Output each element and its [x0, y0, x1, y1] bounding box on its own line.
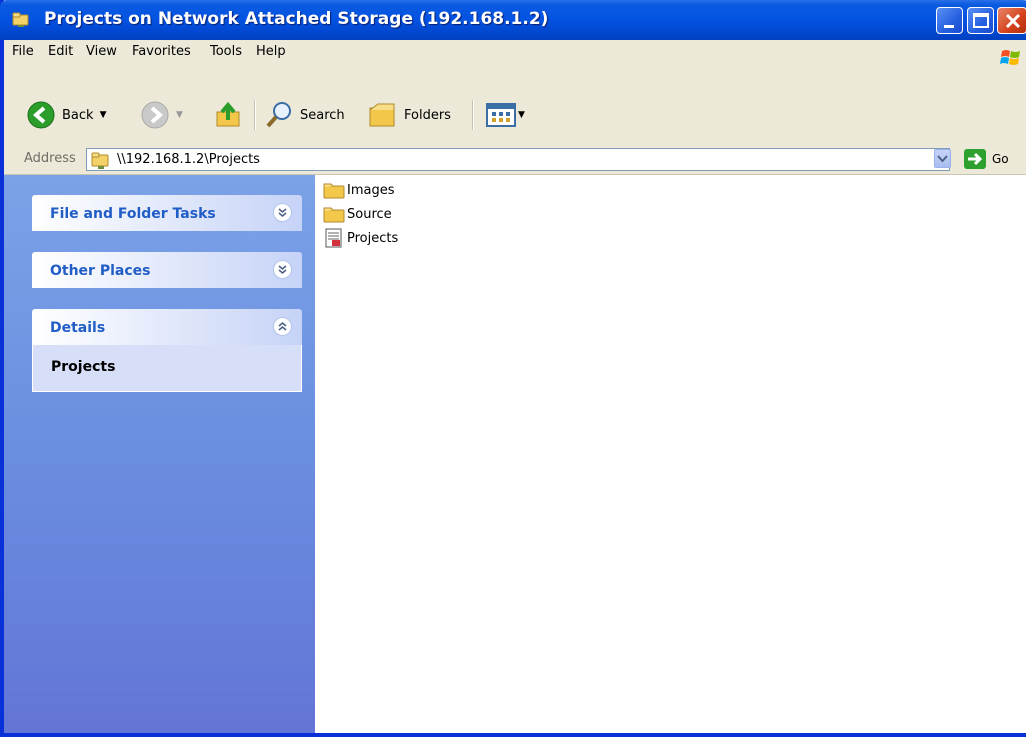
folders-button[interactable]: Folders — [368, 98, 451, 132]
close-icon — [1005, 13, 1021, 29]
minimize-button[interactable] — [936, 7, 963, 34]
list-item[interactable]: Source — [323, 202, 392, 226]
address-value: \\192.168.1.2\Projects — [117, 152, 260, 167]
file-name: Images — [347, 182, 395, 198]
up-folder-button[interactable] — [214, 98, 244, 132]
menu-file[interactable]: File — [12, 40, 34, 64]
network-folder-icon — [91, 152, 109, 169]
list-item[interactable]: Images — [323, 178, 395, 202]
folder-icon — [323, 207, 345, 223]
search-button[interactable]: Search — [264, 98, 345, 132]
task-pane: File and Folder Tasks Other Places Detai… — [4, 175, 315, 733]
back-dropdown-icon[interactable]: ▼ — [100, 110, 107, 120]
back-button[interactable]: Back ▼ — [26, 98, 106, 132]
explorer-window: Projects on Network Attached Storage (19… — [0, 0, 1026, 737]
file-list: Images Source Projects — [315, 175, 1026, 733]
details-body: Projects — [32, 345, 302, 392]
windows-logo-icon — [1000, 50, 1020, 65]
details-item-name: Projects — [51, 359, 116, 375]
back-arrow-icon — [27, 101, 55, 129]
panel-details: Details Projects — [32, 309, 302, 392]
folder-icon — [323, 183, 345, 199]
maximize-icon — [973, 13, 989, 28]
file-name: Source — [347, 206, 392, 222]
menu-tools[interactable]: Tools — [210, 40, 242, 64]
address-input[interactable]: \\192.168.1.2\Projects — [86, 148, 950, 171]
toolbar-separator — [472, 100, 474, 130]
panel-header[interactable]: File and Folder Tasks — [32, 195, 302, 231]
menu-favorites[interactable]: Favorites — [132, 40, 191, 64]
panel-title: File and Folder Tasks — [50, 206, 216, 222]
panel-title: Other Places — [50, 263, 151, 279]
network-folder-icon — [12, 12, 29, 27]
panel-title: Details — [50, 320, 106, 336]
folders-label: Folders — [404, 107, 451, 123]
maximize-button[interactable] — [967, 7, 994, 34]
back-label: Back — [62, 107, 94, 123]
up-folder-icon — [216, 101, 240, 127]
panel-header[interactable]: Details — [32, 309, 302, 345]
go-label: Go — [992, 152, 1009, 166]
window-title: Projects on Network Attached Storage (19… — [44, 9, 549, 29]
search-label: Search — [300, 107, 345, 123]
forward-dropdown-icon[interactable]: ▼ — [176, 110, 183, 120]
standard-toolbar: Back ▼ ▼ Search Folders ▼ — [4, 88, 1026, 147]
panel-other-places: Other Places — [32, 252, 302, 288]
close-button[interactable] — [997, 7, 1026, 34]
go-arrow-icon — [964, 149, 986, 169]
forward-arrow-icon — [141, 101, 169, 129]
minimize-icon — [944, 25, 954, 28]
views-button[interactable]: ▼ — [486, 98, 525, 132]
title-bar[interactable]: Projects on Network Attached Storage (19… — [0, 0, 1026, 40]
list-item[interactable]: Projects — [323, 226, 398, 250]
address-label: Address — [24, 151, 76, 166]
views-dropdown-icon[interactable]: ▼ — [518, 110, 525, 120]
collapse-chevron-icon[interactable] — [273, 317, 292, 336]
panel-file-and-folder-tasks: File and Folder Tasks — [32, 195, 302, 231]
toolbar-separator — [254, 100, 256, 130]
menu-bar: File Edit View Favorites Tools Help — [4, 40, 1026, 89]
address-dropdown-button[interactable] — [934, 149, 951, 168]
menu-view[interactable]: View — [86, 40, 117, 64]
file-name: Projects — [347, 230, 399, 246]
address-bar: Address \\192.168.1.2\Projects Go — [4, 146, 1026, 175]
go-button[interactable]: Go — [964, 149, 1009, 169]
search-icon — [266, 102, 291, 128]
expand-chevron-icon[interactable] — [273, 203, 292, 222]
chevron-down-icon — [937, 155, 948, 163]
document-icon — [325, 228, 342, 248]
folders-icon — [369, 103, 395, 127]
menu-help[interactable]: Help — [256, 40, 286, 64]
menu-edit[interactable]: Edit — [48, 40, 73, 64]
panel-header[interactable]: Other Places — [32, 252, 302, 288]
forward-button[interactable]: ▼ — [140, 98, 183, 132]
expand-chevron-icon[interactable] — [273, 260, 292, 279]
views-icon — [486, 103, 516, 127]
